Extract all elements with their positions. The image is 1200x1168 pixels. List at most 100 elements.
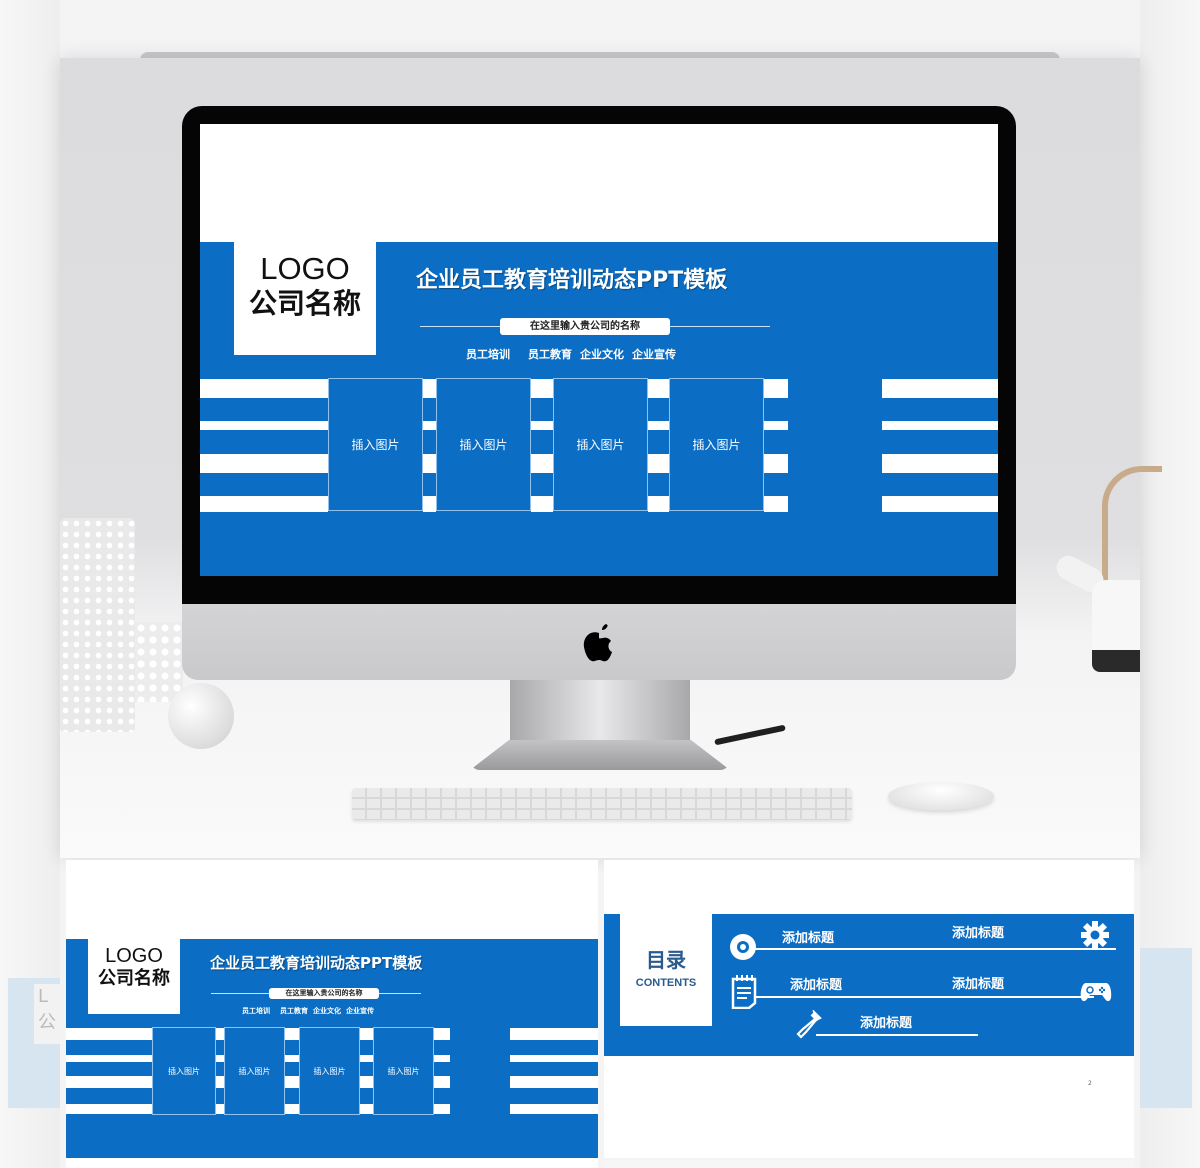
toc-item-label: 添加标题	[952, 977, 1005, 992]
stripe	[882, 496, 998, 512]
toc-item-label: 添加标题	[860, 1016, 913, 1031]
image-placeholder[interactable]: 插入图片	[553, 378, 648, 511]
stripe	[434, 1076, 450, 1088]
stripe	[66, 1028, 152, 1040]
stripe	[423, 379, 436, 398]
thumbnail-next-slide-edge	[604, 1160, 1134, 1168]
gamepad-icon	[1080, 983, 1112, 1002]
main-slide: LOGO 公司名称 企业员工教育培训动态PPT模板 在这里输入贵公司的名称 员工…	[200, 124, 998, 576]
stripe	[360, 1104, 373, 1114]
toc-item-label: 添加标题	[952, 926, 1005, 941]
tag: 企业文化	[313, 1007, 341, 1015]
stripe	[882, 454, 998, 473]
stripe	[216, 1076, 224, 1088]
stripe	[200, 421, 328, 430]
stripe	[648, 496, 669, 512]
image-placeholder[interactable]: 插入图片	[328, 378, 423, 511]
stripe	[360, 1055, 373, 1062]
tag: 员工培训	[242, 1007, 270, 1015]
stripe	[510, 1104, 598, 1114]
stripe	[66, 1055, 152, 1062]
ghost-company-text: 公	[38, 1012, 56, 1033]
logo-text: LOGO	[105, 945, 163, 967]
toc-item-label: 添加标题	[782, 931, 835, 946]
tag: 企业宣传	[346, 1007, 374, 1015]
stripe	[648, 454, 669, 473]
tag: 企业文化	[580, 348, 624, 361]
slide-title: 企业员工教育培训动态PPT模板	[210, 954, 423, 972]
stripe	[510, 1055, 598, 1062]
page-number: 2	[1088, 1080, 1092, 1087]
tag-row: 员工培训 员工教育 企业文化 企业宣传	[466, 346, 684, 362]
tag: 企业宣传	[632, 348, 676, 361]
stripe	[764, 421, 788, 430]
stripe	[764, 454, 788, 473]
stripe	[531, 421, 553, 430]
thumbnail-cover-slide[interactable]: LOGO 公司名称 企业员工教育培训动态PPT模板 在这里输入贵公司的名称 员工…	[66, 860, 598, 1168]
company-name: 公司名称	[248, 287, 361, 320]
tag-row: 员工培训 员工教育 企业文化 企业宣传	[242, 1006, 379, 1016]
apple-logo-icon	[583, 624, 612, 662]
image-placeholder: 插入图片	[224, 1027, 285, 1115]
logo-box: LOGO 公司名称	[88, 939, 180, 1014]
company-name-pill: 在这里输入贵公司的名称	[269, 988, 379, 999]
stripe	[434, 1055, 450, 1062]
logo-text: LOGO	[260, 251, 350, 286]
stripe	[882, 379, 998, 398]
perforated-vase	[60, 518, 135, 732]
toc-line	[754, 948, 1116, 950]
disc-icon	[730, 934, 756, 960]
mouse	[888, 782, 994, 810]
keyboard	[352, 788, 852, 820]
stripe	[200, 454, 328, 473]
tag: 员工教育	[280, 1007, 308, 1015]
company-name: 公司名称	[98, 968, 170, 989]
company-name-pill: 在这里输入贵公司的名称	[500, 318, 670, 335]
stripe	[648, 379, 669, 398]
stripe	[423, 496, 436, 512]
toc-title: 目录	[646, 948, 686, 972]
tag: 员工培训	[466, 348, 510, 361]
image-placeholder[interactable]: 插入图片	[436, 378, 531, 511]
kettle-base	[1092, 650, 1140, 672]
stripe	[285, 1028, 299, 1040]
stripe	[531, 454, 553, 473]
image-placeholder: 插入图片	[299, 1027, 360, 1115]
slide-title: 企业员工教育培训动态PPT模板	[416, 268, 728, 293]
ghost-slide-right	[1140, 948, 1192, 1108]
stripe	[66, 1076, 152, 1088]
stripe	[285, 1104, 299, 1114]
small-vase	[135, 622, 183, 702]
ppt-template-preview: LOGO 公司名称 企业员工教育培训动态PPT模板 在这里输入贵公司的名称 员工…	[0, 0, 1200, 1168]
stripe	[648, 421, 669, 430]
stripe	[360, 1028, 373, 1040]
thumbnail-toc-slide[interactable]: 目录 CONTENTS 添加标题 添加标题 添加标题 添加标题 添加标题 2	[604, 860, 1134, 1158]
stripe	[216, 1104, 224, 1114]
toc-line	[754, 996, 1094, 998]
logo-box: LOGO 公司名称	[234, 230, 376, 355]
stripe	[285, 1076, 299, 1088]
stripe	[216, 1055, 224, 1062]
stripe	[66, 1104, 152, 1114]
kettle-handle	[1102, 466, 1162, 586]
stripe	[200, 496, 328, 512]
image-placeholder[interactable]: 插入图片	[669, 378, 764, 511]
stripe	[360, 1076, 373, 1088]
notepad-icon	[731, 975, 757, 1009]
decor-ball	[168, 683, 234, 749]
stripe	[423, 421, 436, 430]
image-placeholder: 插入图片	[152, 1027, 216, 1115]
imac-stand-neck	[510, 680, 690, 750]
tag: 员工教育	[528, 348, 572, 361]
stripe	[434, 1104, 450, 1114]
stripe	[882, 421, 998, 430]
stripe	[531, 496, 553, 512]
stripe	[285, 1055, 299, 1062]
stripe	[764, 379, 788, 398]
stripe	[531, 379, 553, 398]
gear-icon	[1081, 921, 1109, 949]
stripe	[216, 1028, 224, 1040]
ghost-logo-text: L	[38, 986, 49, 1007]
toc-item-label: 添加标题	[790, 978, 843, 993]
stripe	[764, 496, 788, 512]
